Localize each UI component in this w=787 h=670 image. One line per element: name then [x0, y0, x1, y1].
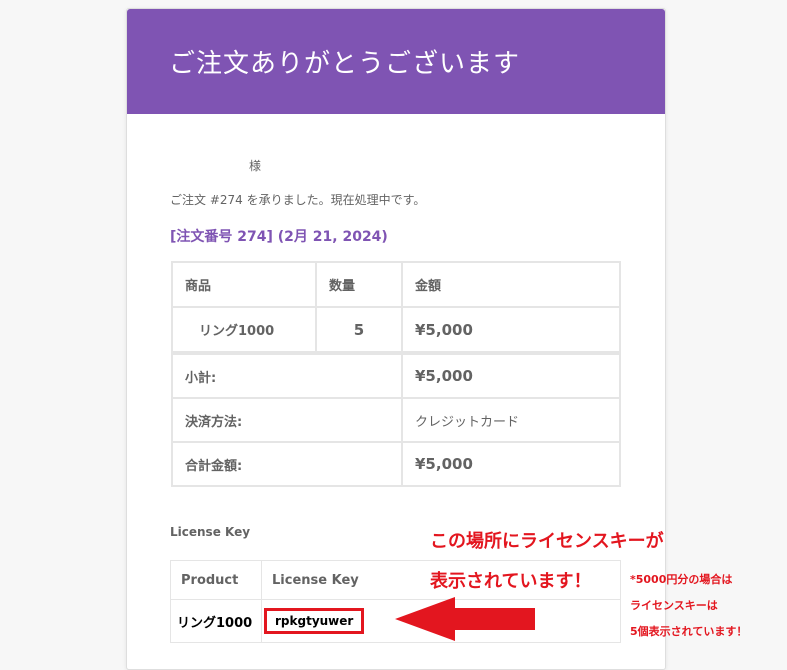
license-col-header-product: Product	[170, 560, 262, 600]
order-number-heading[interactable]: [注文番号 274] (2月 21, 2024)	[170, 226, 388, 246]
license-key-value[interactable]: rpkgtyuwer	[264, 608, 365, 634]
email-header: ご注文ありがとうございます	[127, 9, 665, 114]
col-header-product: 商品	[171, 261, 317, 308]
order-intro-text: ご注文 #274 を承りました。現在処理中です。	[170, 193, 426, 207]
total-label: 合計金額:	[171, 441, 403, 487]
order-details-table: 商品 数量 金額 リング1000 5 ¥5,000 小計: ¥5,000 決済方…	[171, 261, 621, 487]
subtotal-row: 小計: ¥5,000	[171, 352, 621, 399]
item-price: ¥5,000	[401, 306, 621, 355]
left-arrow-icon	[395, 597, 535, 641]
annotation-line-1: この場所にライセンスキーが	[430, 531, 664, 552]
col-header-price: 金額	[401, 261, 621, 308]
payment-method-value: クレジットカード	[401, 397, 621, 443]
subtotal-value: ¥5,000	[401, 352, 621, 399]
order-table-header-row: 商品 数量 金額	[171, 261, 621, 308]
license-product: リング1000	[170, 599, 262, 643]
total-value: ¥5,000	[401, 441, 621, 487]
annotation-note-3: 5個表示されています！	[630, 625, 748, 638]
annotation-note-1: *5000円分の場合は	[630, 573, 733, 586]
payment-method-row: 決済方法: クレジットカード	[171, 397, 621, 443]
col-header-quantity: 数量	[315, 261, 403, 308]
payment-method-label: 決済方法:	[171, 397, 403, 443]
salutation: 様	[249, 159, 262, 173]
item-name: リング1000	[171, 306, 317, 355]
annotation-note-2: ライセンスキーは	[630, 599, 718, 612]
total-row: 合計金額: ¥5,000	[171, 441, 621, 487]
subtotal-label: 小計:	[171, 352, 403, 399]
order-item-row: リング1000 5 ¥5,000	[171, 306, 621, 355]
item-quantity: 5	[315, 306, 403, 355]
license-key-section-title: License Key	[170, 525, 251, 539]
annotation-line-2: 表示されています！	[430, 571, 592, 592]
email-title: ご注文ありがとうございます	[169, 49, 521, 79]
